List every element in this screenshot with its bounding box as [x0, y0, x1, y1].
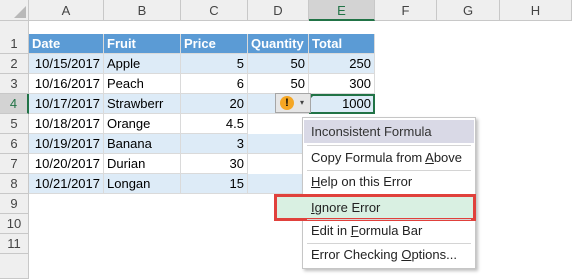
row-header-12[interactable] [0, 254, 29, 279]
cell-e3[interactable]: 300 [309, 74, 375, 94]
chevron-down-icon: ▾ [300, 98, 305, 107]
cell-a2[interactable]: 10/15/2017 [29, 54, 104, 74]
cell-e2[interactable]: 250 [309, 54, 375, 74]
row-header-6[interactable]: 6 [0, 134, 29, 154]
row-header-spacer [0, 21, 29, 34]
menu-item-ignore-error[interactable]: Ignore Error [274, 194, 476, 221]
row-header-10[interactable]: 10 [0, 214, 29, 234]
column-header-f[interactable]: F [375, 0, 437, 21]
row-header-5[interactable]: 5 [0, 114, 29, 134]
cell-d6[interactable] [248, 134, 309, 154]
cell-e4-active[interactable]: 1000 [309, 94, 375, 114]
header-total[interactable]: Total [309, 34, 375, 54]
column-header-c[interactable]: C [181, 0, 248, 21]
cell-e4-value: 1000 [342, 96, 371, 111]
cell-b4[interactable]: Strawberr [104, 94, 181, 114]
cell-d2[interactable]: 50 [248, 54, 309, 74]
menu-item-help[interactable]: Help on this Error [304, 170, 474, 193]
row-header-4[interactable]: 4 [0, 94, 29, 114]
cell-a4[interactable]: 10/17/2017 [29, 94, 104, 114]
cell-a5[interactable]: 10/18/2017 [29, 114, 104, 134]
error-smart-tag[interactable]: ! ▾ [275, 93, 311, 113]
cell-c8[interactable]: 15 [181, 174, 248, 194]
row-header-8[interactable]: 8 [0, 174, 29, 194]
cell-d8[interactable] [248, 174, 309, 194]
select-all-corner[interactable] [0, 0, 29, 21]
menu-item-error-options[interactable]: Error Checking Options... [304, 243, 474, 266]
header-price[interactable]: Price [181, 34, 248, 54]
row-header-11[interactable]: 11 [0, 234, 29, 254]
column-header-d[interactable]: D [248, 0, 309, 21]
cell-a7[interactable]: 10/20/2017 [29, 154, 104, 174]
row-header-1[interactable]: 1 [0, 34, 29, 54]
menu-item-copy-formula[interactable]: Copy Formula from Above [304, 146, 474, 169]
cell-a3[interactable]: 10/16/2017 [29, 74, 104, 94]
warning-icon: ! [280, 96, 294, 110]
cell-c7[interactable]: 30 [181, 154, 248, 174]
cell-a8[interactable]: 10/21/2017 [29, 174, 104, 194]
menu-item-edit-formula-bar[interactable]: Edit in Formula Bar [304, 219, 474, 242]
cell-b7[interactable]: Durian [104, 154, 181, 174]
cell-c6[interactable]: 3 [181, 134, 248, 154]
menu-title: Inconsistent Formula [304, 120, 474, 143]
cell-c2[interactable]: 5 [181, 54, 248, 74]
cell-c4[interactable]: 20 [181, 94, 248, 114]
header-date[interactable]: Date [29, 34, 104, 54]
cell-b6[interactable]: Banana [104, 134, 181, 154]
cell-b2[interactable]: Apple [104, 54, 181, 74]
blank-band [29, 21, 572, 34]
row-header-7[interactable]: 7 [0, 154, 29, 174]
row-header-2[interactable]: 2 [0, 54, 29, 74]
row-header-3[interactable]: 3 [0, 74, 29, 94]
cell-b8[interactable]: Longan [104, 174, 181, 194]
cell-a6[interactable]: 10/19/2017 [29, 134, 104, 154]
header-quantity[interactable]: Quantity [248, 34, 309, 54]
row-header-9[interactable]: 9 [0, 194, 29, 214]
column-header-e[interactable]: E [309, 0, 375, 21]
cell-b3[interactable]: Peach [104, 74, 181, 94]
cell-c3[interactable]: 6 [181, 74, 248, 94]
column-header-h[interactable]: H [500, 0, 572, 21]
column-header-b[interactable]: B [104, 0, 181, 21]
cell-c5[interactable]: 4.5 [181, 114, 248, 134]
header-fruit[interactable]: Fruit [104, 34, 181, 54]
column-header-a[interactable]: A [29, 0, 104, 21]
cell-b5[interactable]: Orange [104, 114, 181, 134]
column-header-g[interactable]: G [437, 0, 500, 21]
cell-d3[interactable]: 50 [248, 74, 309, 94]
error-context-menu: Inconsistent Formula Copy Formula from A… [274, 117, 476, 269]
